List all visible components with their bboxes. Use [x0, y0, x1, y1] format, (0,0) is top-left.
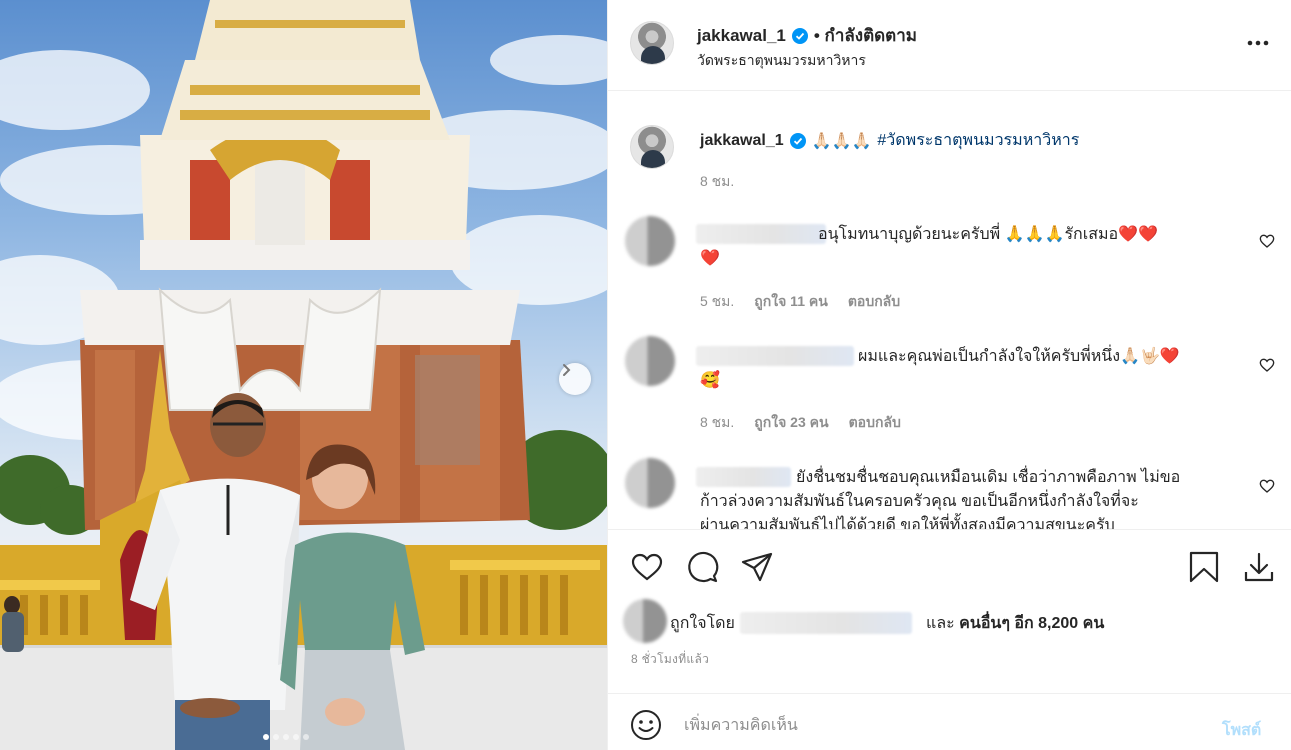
comment-text: อนุโมทนาบุญด้วยนะครับพี่ 🙏🙏🙏รักเสมอ❤️❤️ [818, 226, 1158, 243]
temple-photo-illustration [0, 0, 607, 750]
carousel-dot [263, 734, 269, 740]
share-paper-plane-icon[interactable] [740, 550, 774, 584]
commenter-name-blurred[interactable] [696, 346, 854, 366]
carousel-dot [273, 734, 279, 740]
carousel-dot [283, 734, 289, 740]
liker-name-blurred[interactable] [740, 612, 912, 634]
carousel-dots [263, 734, 309, 740]
chevron-right-icon [563, 364, 571, 376]
more-options-button[interactable] [1246, 30, 1270, 53]
likes-others[interactable]: คนอื่นๆ อีก 8,200 คน [959, 615, 1104, 632]
carousel-dot [303, 734, 309, 740]
like-heart-icon[interactable] [630, 550, 664, 584]
follow-status[interactable]: • กำลังติดตาม [814, 22, 917, 49]
comment-likes-count[interactable]: ถูกใจ 23 คน [754, 412, 828, 434]
verified-badge-icon [791, 27, 808, 44]
comment-text: ยังชื่นชมชื่นชอบคุณเหมือนเดิม เชื่อว่าภา… [796, 469, 1181, 486]
likes-and: และ [926, 615, 955, 632]
comment-text-line2: ก้าวล่วงความสัมพันธ์ในครอบครัวคุณ ขอเป็น… [700, 493, 1139, 510]
emoji-smiley-icon[interactable] [630, 709, 662, 741]
commenter-avatar-blurred[interactable] [625, 216, 675, 266]
caption-text: jakkawal_1 🙏🏻🙏🏻🙏🏻 #วัดพระธาตุพนมวรมหาวิห… [700, 128, 1079, 153]
add-comment-bar: โพสต์ [608, 693, 1291, 750]
caption-time: 8 ชม. [700, 173, 735, 189]
post-comment-button[interactable]: โพสต์ [1222, 718, 1261, 743]
verified-badge-icon [789, 132, 806, 149]
author-avatar[interactable] [630, 21, 674, 65]
carousel-next-button[interactable] [559, 363, 591, 395]
comment-likes-count[interactable]: ถูกใจ 11 คน [754, 291, 828, 313]
likes-summary: ถูกใจโดย และ คนอื่นๆ อีก 8,200 คน 8 ชั่ว… [608, 599, 1291, 679]
commenter-avatar-blurred[interactable] [625, 458, 675, 508]
comment-like-heart-icon[interactable] [1259, 233, 1275, 249]
bookmark-icon[interactable] [1187, 550, 1221, 584]
caption-emojis: 🙏🏻🙏🏻🙏🏻 [811, 132, 872, 150]
caption-hashtag[interactable]: #วัดพระธาตุพนมวรมหาวิหาร [877, 128, 1079, 153]
caption-avatar[interactable] [630, 125, 674, 169]
more-horizontal-icon [1247, 40, 1269, 46]
comment-like-heart-icon[interactable] [1259, 478, 1275, 494]
comment-time: 8 ชม. [700, 414, 735, 430]
commenter-avatar-blurred[interactable] [625, 336, 675, 386]
comment-meta: 5 ชม. ถูกใจ 11 คน ตอบกลับ [700, 291, 900, 313]
comment-text-line2: 🥰 [700, 372, 720, 389]
carousel-dot [293, 734, 299, 740]
likes-count-text[interactable]: และ คนอื่นๆ อีก 8,200 คน [926, 611, 1104, 636]
post-photo[interactable] [0, 0, 607, 750]
liker-avatar-blurred[interactable] [623, 599, 667, 643]
caption-username[interactable]: jakkawal_1 [700, 132, 784, 150]
comment-meta: 8 ชม. ถูกใจ 23 คน ตอบกลับ [700, 412, 901, 434]
post-action-bar [608, 529, 1291, 599]
post-location[interactable]: วัดพระธาตุพนมวรมหาวิหาร [697, 50, 866, 72]
post-header: jakkawal_1 • กำลังติดตาม วัดพระธาตุพนมวร… [608, 0, 1291, 91]
comment-time: 5 ชม. [700, 293, 735, 309]
download-icon[interactable] [1242, 550, 1276, 584]
post-side-panel: jakkawal_1 • กำลังติดตาม วัดพระธาตุพนมวร… [607, 0, 1291, 750]
instagram-post-view: jakkawal_1 • กำลังติดตาม วัดพระธาตุพนมวร… [0, 0, 1291, 750]
comment-input[interactable] [684, 708, 1204, 744]
comment-reply-button[interactable]: ตอบกลับ [848, 291, 900, 313]
comment-text: ผมและคุณพ่อเป็นกำลังใจให้ครับพี่หนึ่ง🙏🏻🤟… [858, 348, 1180, 365]
commenter-name-blurred[interactable] [696, 224, 826, 244]
comment-text-line3: ผ่านความสัมพันธ์ไปได้ด้วยดี ขอให้พี่ทั้ง… [700, 517, 1115, 529]
comments-section[interactable]: jakkawal_1 🙏🏻🙏🏻🙏🏻 #วัดพระธาตุพนมวรมหาวิห… [608, 92, 1291, 529]
commenter-name-blurred[interactable] [696, 467, 791, 487]
liked-by-prefix: ถูกใจโดย [670, 615, 735, 632]
comment-like-heart-icon[interactable] [1259, 357, 1275, 373]
liked-by-text: ถูกใจโดย [670, 611, 912, 636]
comment-bubble-icon[interactable] [685, 550, 719, 584]
author-username[interactable]: jakkawal_1 [697, 26, 786, 46]
comment-reply-button[interactable]: ตอบกลับ [849, 412, 901, 434]
post-timestamp[interactable]: 8 ชั่วโมงที่แล้ว [631, 650, 709, 669]
author-name-row: jakkawal_1 • กำลังติดตาม [697, 22, 917, 49]
comment-text-line2: ❤️ [700, 250, 720, 267]
